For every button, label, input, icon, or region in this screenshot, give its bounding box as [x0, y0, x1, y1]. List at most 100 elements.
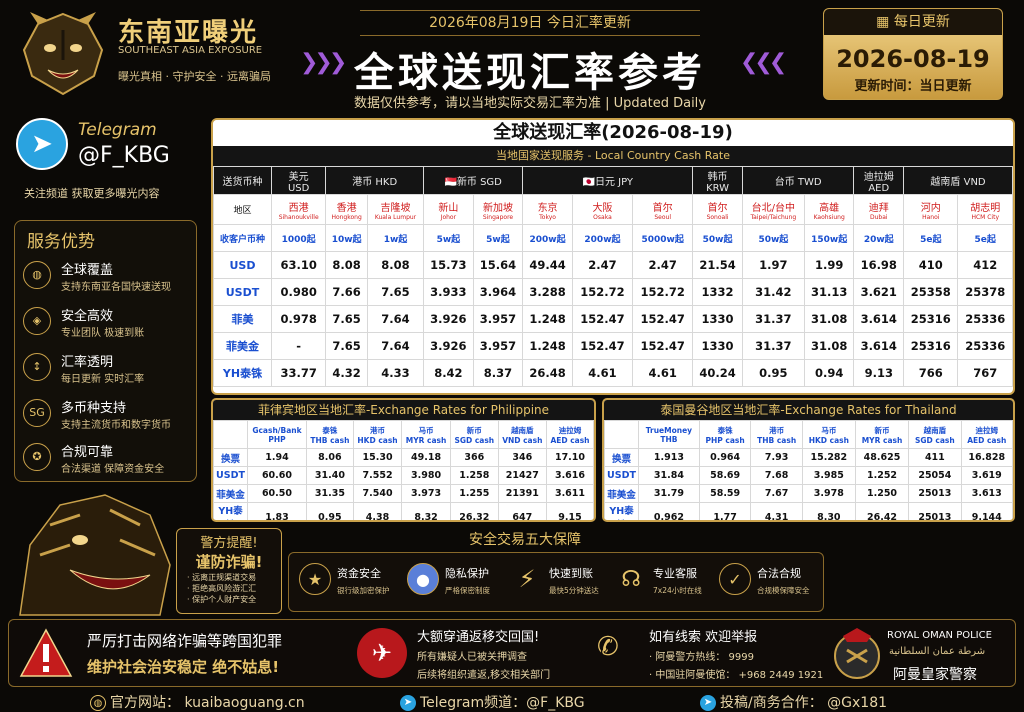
city-cell: 胡志明 HCM City [957, 194, 1013, 225]
column-header: 泰铢 THB cash [305, 420, 354, 449]
table-row: 换票 1.913 0.964 7.93 15.282 48.625 411 16.828 [604, 448, 1013, 467]
min-amount: 20w起 [853, 224, 905, 252]
crackdown-line: 严厉打击网络诈骗等跨国犯罪 [87, 632, 283, 650]
brand-name: 东南亚曝光 [118, 18, 259, 48]
brand-name-en: SOUTHEAST ASIA EXPOSURE [118, 45, 263, 56]
advantages-panel: 服务优势 ◍ 全球覆盖 支持东南亚各国快速送现 ◈ 安全高效 专业团队 极速到账… [14, 220, 197, 482]
city-name-en: Sonoali [706, 213, 729, 221]
rate-cell: 8.30 [801, 502, 856, 520]
rate-cell: - [270, 332, 327, 360]
currency-header: 🇸🇬新币 SGD [423, 166, 524, 195]
city-cell: 香港 Hongkong [325, 194, 368, 225]
rate-cell: 25316 [903, 332, 959, 360]
rate-cell: 26.32 [449, 502, 499, 520]
currency-header: 美元 USD [270, 166, 327, 195]
police-warning: 警方提醒! 谨防诈骗! · 远离正规渠道交易 · 拒绝高风险游汇汇 · 保护个人… [176, 528, 282, 614]
city-name-en: Taipei/Taichung [750, 213, 797, 221]
city-name: 新加坡 [482, 202, 513, 214]
rate-table-panel: 全球送现汇率(2026-08-19) 当地国家送现服务 - Local Coun… [211, 118, 1015, 395]
rate-cell: 0.95 [741, 359, 805, 387]
advantages-title: 服务优势 [27, 232, 95, 252]
guarantees-panel: ★ 资金安全 银行级加密保护 ● 隐私保护 严格保密制度 ⚡ 快速到账 最快5分… [288, 552, 824, 612]
city-name: 首尔 [707, 202, 728, 214]
rate-cell: 3.614 [853, 332, 905, 360]
thailand-rate-table: TrueMoney THB 泰铢 PHP cash 港币 THB cash 马币 HK… [604, 420, 1013, 520]
rate-cell: 1.77 [698, 502, 752, 520]
rate-cell: 58.59 [698, 484, 752, 503]
rate-cell: 25378 [957, 278, 1013, 306]
column-header: 马币 HKD cash [801, 420, 856, 449]
column-header: 越南盾 SGD cash [908, 420, 962, 449]
rate-cell: 0.94 [803, 359, 855, 387]
rate-cell: 60.60 [247, 466, 307, 485]
return-line: 所有嫌疑人已被关押调查 [417, 652, 527, 663]
chart-icon: ↕ [23, 353, 51, 381]
rate-cell: 7.93 [750, 448, 803, 467]
min-amount: 10w起 [325, 224, 368, 252]
city-cell: 大阪 Osaka [571, 194, 634, 225]
min-amount: 50w起 [741, 224, 805, 252]
guarantee-item: ☊ 专业客服 7x24小时在线 [615, 559, 720, 607]
rate-cell: 7.67 [750, 484, 803, 503]
police-name-ar: شرطة عمان السلطانية [889, 646, 986, 657]
rate-cell: 3.611 [545, 484, 594, 503]
rate-cell: 31.42 [741, 278, 805, 306]
rate-cell: 31.40 [305, 466, 354, 485]
police-hotline[interactable]: · 阿曼警方热线： 9999 [649, 648, 754, 663]
rate-cell: 31.84 [638, 466, 700, 485]
min-amount: 1000起 [270, 224, 327, 252]
warning-headline: 谨防诈骗! [195, 553, 263, 571]
update-label: 每日更新 [893, 14, 950, 30]
city-cell: 河内 Hanoi [903, 194, 959, 225]
telegram-handle[interactable]: @F_KBG [78, 143, 170, 168]
rate-cell: 8.08 [366, 251, 425, 279]
row-label: 换票 [604, 448, 639, 467]
rate-cell: 3.926 [423, 332, 474, 360]
table-row: 菲美金 60.50 31.35 7.540 3.973 1.255 21391 3.611 [213, 484, 594, 503]
city-name-en: Osaka [593, 213, 612, 221]
rate-cell: 16.98 [853, 251, 905, 279]
table-row: 菲美金 -7.65 7.64 3.926 3.957 1.248 152.47 152.47 1… [213, 332, 1013, 360]
row-label: YH泰铢 [604, 502, 639, 520]
philippine-rate-table: Gcash/Bank PHP 泰铢 THB cash 港币 HKD cash 马币 M… [213, 420, 594, 520]
rate-cell: 31.37 [741, 305, 805, 333]
rate-cell: 152.72 [632, 278, 694, 306]
rate-cell: 152.72 [571, 278, 634, 306]
rate-cell: 8.06 [305, 448, 354, 467]
row-label: 换票 [213, 448, 248, 467]
telegram-card[interactable]: ➤ Telegram @F_KBG 关注频道 获取更多曝光内容 [14, 115, 199, 207]
rate-cell: 31.13 [803, 278, 855, 306]
rate-cell: 3.613 [960, 484, 1013, 503]
warning-title: 警方提醒! [200, 536, 258, 551]
rate-cell: 1.248 [522, 305, 573, 333]
advantage-desc: 合法渠道 保障资金安全 [61, 464, 165, 475]
column-header: 迪拉姆 AED cash [960, 420, 1013, 449]
footer-website[interactable]: ◍ 官方网站： kuaibaoguang.cn [90, 692, 305, 712]
footer: ◍ 官方网站： kuaibaoguang.cn ➤ Telegram频道：@F_KB… [0, 690, 1024, 712]
city-name: 迪拜 [868, 202, 889, 214]
rate-cell: 25336 [957, 332, 1013, 360]
corner-cell [604, 420, 639, 449]
city-name-en: Sihanoukville [278, 213, 319, 221]
update-date: 2026-08-19 [836, 45, 990, 73]
guarantee-desc: 银行级加密保护 [337, 586, 390, 595]
rate-cell: 1.83 [247, 502, 307, 520]
footer-contact[interactable]: ➤ 投稿/商务合作： @Gx181 [700, 692, 887, 712]
row-label: USDT [213, 278, 272, 306]
website-link[interactable]: 官方网站： kuaibaoguang.cn [110, 695, 305, 711]
rate-cell: 21.54 [692, 251, 743, 279]
rate-cell: 4.31 [750, 502, 803, 520]
rate-cell: 0.95 [305, 502, 354, 520]
rate-cell: 3.619 [960, 466, 1013, 485]
min-amount: 50w起 [692, 224, 743, 252]
footer-telegram[interactable]: ➤ Telegram频道：@F_KBG [400, 692, 585, 712]
telegram-link[interactable]: Telegram频道：@F_KBG [420, 695, 585, 711]
corner-cell [213, 420, 248, 449]
embassy-phone[interactable]: · 中国驻阿曼使馆： +968 2449 1921 [649, 666, 823, 681]
lightning-icon: ⚡ [518, 565, 536, 593]
min-amount: 5w起 [472, 224, 524, 252]
rate-table-title: 全球送现汇率(2026-08-19) [213, 120, 1013, 146]
contact-link[interactable]: 投稿/商务合作： @Gx181 [720, 695, 887, 711]
rate-cell: 7.65 [325, 305, 368, 333]
city-cell: 新加坡 Singapore [472, 194, 524, 225]
